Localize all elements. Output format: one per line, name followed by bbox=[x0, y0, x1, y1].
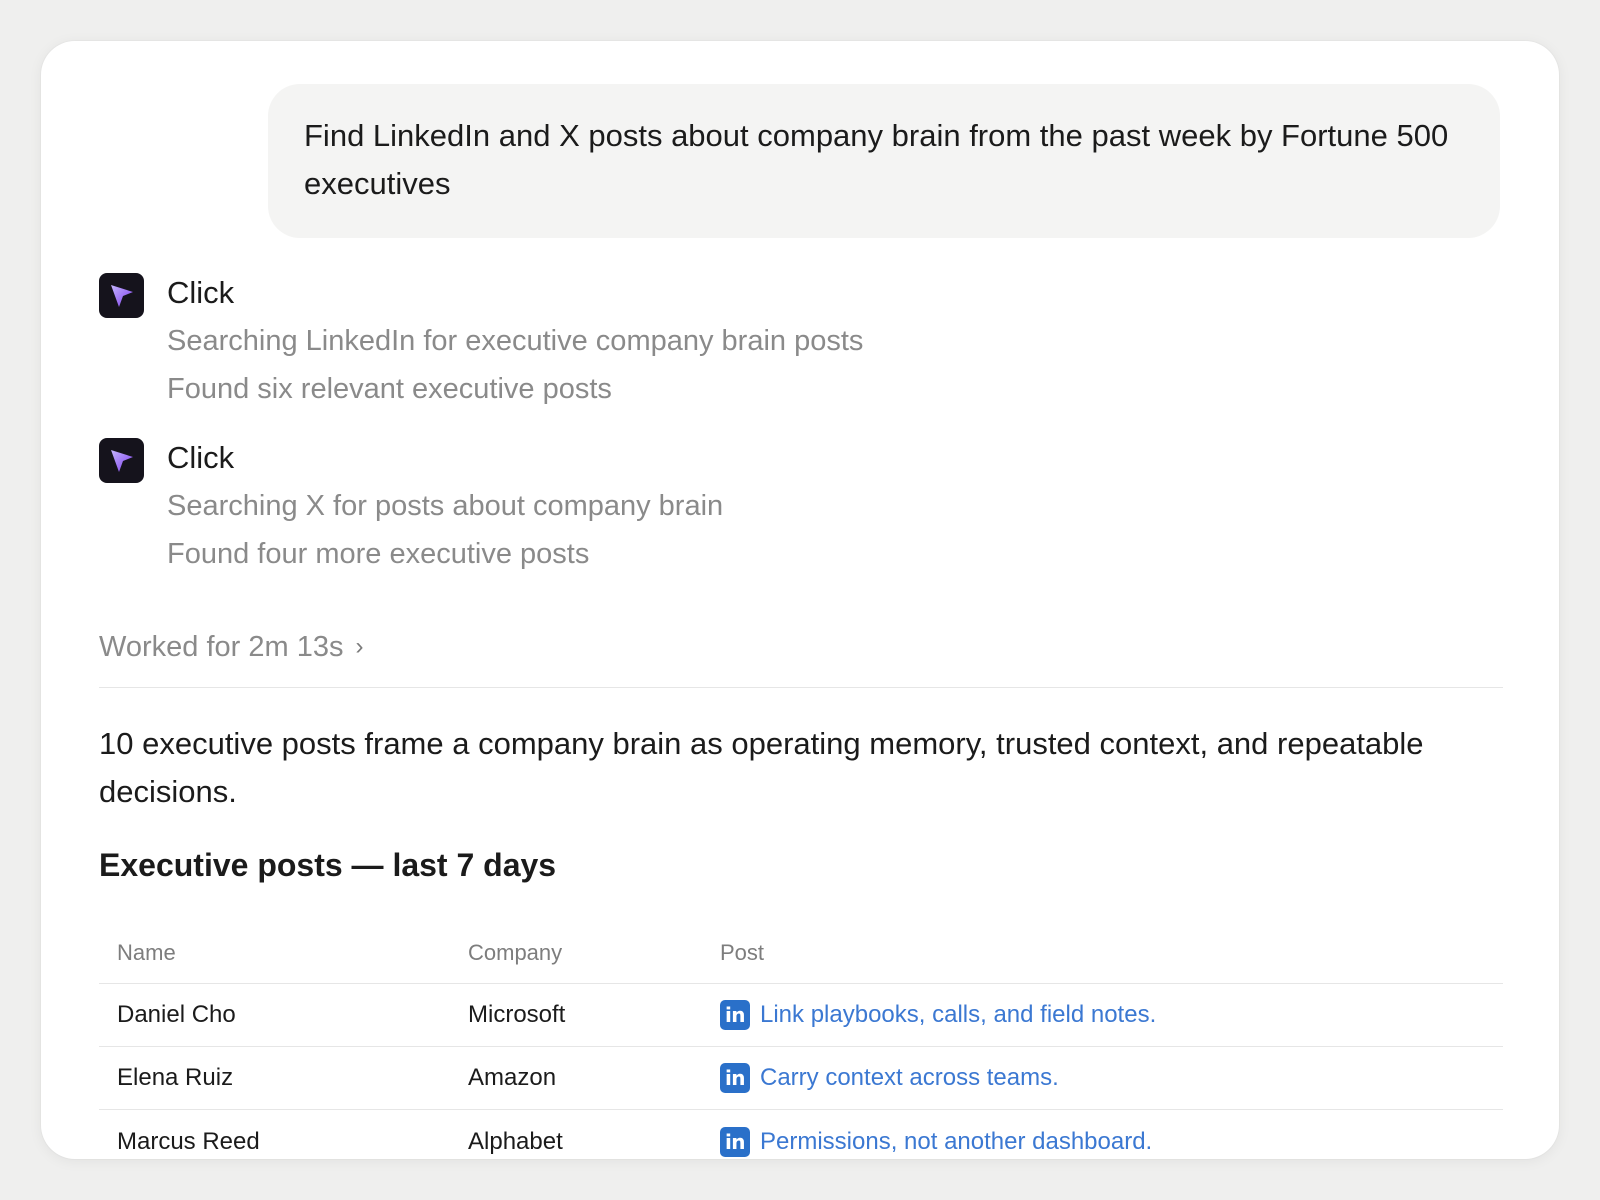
cell-name: Daniel Cho bbox=[117, 1001, 236, 1028]
cell-name: Elena Ruiz bbox=[117, 1064, 234, 1091]
table-row: Elena Ruiz Amazon in Carry context acros… bbox=[99, 1047, 1503, 1110]
step-title: Click bbox=[167, 275, 235, 310]
table-row: Daniel Cho Microsoft in Link playbooks, … bbox=[99, 984, 1503, 1047]
post-link[interactable]: Link playbooks, calls, and field notes. bbox=[760, 1001, 1156, 1029]
step-detail-line: Searching LinkedIn for executive company… bbox=[167, 325, 864, 357]
column-header-company: Company bbox=[468, 939, 563, 965]
executive-posts-table: Name Company Post Daniel Cho Microsoft i… bbox=[99, 922, 1503, 1159]
step-detail-line: Found six relevant executive posts bbox=[167, 373, 612, 405]
divider bbox=[99, 687, 1503, 688]
cell-post: in Carry context across teams. bbox=[720, 1047, 1059, 1109]
cell-company: Microsoft bbox=[468, 1001, 566, 1028]
step-title: Click bbox=[167, 440, 235, 475]
user-message-bubble: Find LinkedIn and X posts about company … bbox=[268, 84, 1500, 238]
column-header-post: Post bbox=[720, 939, 765, 965]
section-heading: Executive posts — last 7 days bbox=[99, 847, 557, 883]
cell-name: Marcus Reed bbox=[117, 1127, 260, 1155]
linkedin-icon: in bbox=[720, 1063, 750, 1093]
cursor-arrow-icon bbox=[99, 438, 144, 483]
worked-for-toggle[interactable]: Worked for 2m 13s › bbox=[99, 625, 363, 669]
worked-for-label: Worked for 2m 13s bbox=[99, 631, 344, 663]
table-row: Marcus Reed Alphabet in Permissions, not… bbox=[99, 1110, 1503, 1159]
linkedin-icon: in bbox=[720, 1000, 750, 1030]
summary-text: 10 executive posts frame a company brain… bbox=[99, 726, 1424, 809]
cell-post: in Link playbooks, calls, and field note… bbox=[720, 984, 1156, 1046]
cell-company: Amazon bbox=[468, 1064, 557, 1091]
linkedin-icon: in bbox=[720, 1126, 750, 1157]
post-link[interactable]: Carry context across teams. bbox=[760, 1064, 1059, 1092]
cell-company: Alphabet bbox=[468, 1127, 563, 1155]
table-header-row: Name Company Post bbox=[99, 922, 1503, 984]
chat-card: Find LinkedIn and X posts about company … bbox=[41, 41, 1559, 1159]
chevron-right-icon: › bbox=[355, 633, 364, 660]
post-link[interactable]: Permissions, not another dashboard. bbox=[760, 1128, 1152, 1156]
step-detail-line: Found four more executive posts bbox=[167, 538, 590, 570]
cell-post: in Permissions, not another dashboard. bbox=[720, 1110, 1152, 1159]
step-detail-line: Searching X for posts about company brai… bbox=[167, 490, 724, 522]
cursor-arrow-icon bbox=[99, 273, 144, 318]
column-header-name: Name bbox=[117, 939, 176, 965]
user-message-text: Find LinkedIn and X posts about company … bbox=[304, 118, 1449, 201]
